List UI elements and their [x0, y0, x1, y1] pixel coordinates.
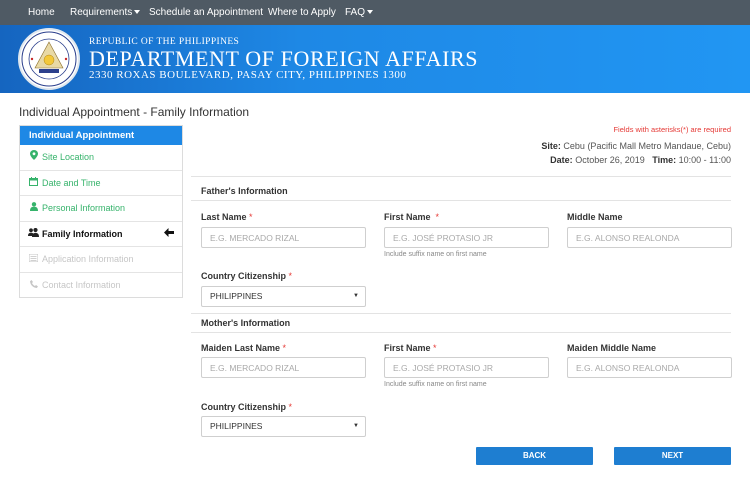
nav-faq-label: FAQ [345, 7, 366, 18]
sidebar-item-application-information: Application Information [20, 247, 182, 273]
nav-requirements-dropdown[interactable]: Requirements [70, 0, 141, 25]
select-caret-icon: ▼ [353, 293, 359, 299]
sidebar-item-label: Site Location [42, 152, 95, 162]
back-button[interactable]: BACK [476, 447, 593, 465]
sidebar-header: Individual Appointment [20, 126, 182, 145]
page-title: Individual Appointment - Family Informat… [19, 105, 250, 119]
sidebar-item-label: Family Information [42, 228, 123, 239]
mother-citizenship-value: PHILIPPINES [210, 421, 263, 431]
next-button[interactable]: NEXT [614, 447, 731, 465]
section-divider [191, 200, 731, 201]
appointment-date-time: Date: October 26, 2019 Time: 10:00 - 11:… [470, 155, 731, 165]
date-value: October 26, 2019 [575, 155, 645, 165]
mother-citizenship-select[interactable]: PHILIPPINES ▼ [201, 416, 366, 437]
nav-where-to-apply-link[interactable]: Where to Apply [268, 0, 336, 25]
mother-middle-name-input[interactable] [567, 357, 732, 378]
top-navbar: Home Requirements Schedule an Appointmen… [0, 0, 750, 25]
caret-down-icon [134, 10, 141, 15]
father-citizenship-label: Country Citizenship * [201, 271, 293, 281]
date-label: Date: [550, 155, 573, 165]
department-address: 2330 ROXAS BOULEVARD, PASAY CITY, PHILIP… [89, 69, 407, 81]
time-value: 10:00 - 11:00 [678, 155, 731, 165]
mother-last-name-label: Maiden Last Name * [201, 343, 287, 353]
sidebar-item-family-information[interactable]: Family Information [20, 222, 182, 248]
nav-schedule-link[interactable]: Schedule an Appointment [149, 0, 263, 25]
calendar-icon [28, 171, 39, 196]
header-banner: REPUBLIC OF THE PHILIPPINES DEPARTMENT O… [0, 25, 750, 93]
father-suffix-hint: Include suffix name on first name [384, 251, 487, 258]
sidebar-item-label: Application Information [42, 254, 134, 265]
sidebar-item-label: Personal Information [42, 203, 126, 214]
mother-suffix-hint: Include suffix name on first name [384, 381, 487, 388]
father-last-name-label: Last Name * [201, 212, 253, 222]
nav-requirements-label: Requirements [70, 7, 133, 18]
site-label: Site: [541, 141, 561, 151]
sidebar-item-date-time[interactable]: Date and Time [20, 171, 182, 197]
father-first-name-label: First Name * [384, 212, 440, 222]
section-divider [191, 313, 731, 314]
site-value: Cebu (Pacific Mall Metro Mandaue, Cebu) [563, 141, 731, 151]
sidebar-item-contact-information: Contact Information [20, 273, 182, 299]
list-icon [28, 247, 39, 272]
section-divider [191, 332, 731, 333]
arrow-left-icon [164, 222, 174, 247]
nav-home-link[interactable]: Home [28, 0, 55, 25]
nav-faq-dropdown[interactable]: FAQ [345, 0, 374, 25]
phone-icon [28, 273, 39, 298]
section-divider [191, 176, 731, 177]
users-icon [28, 222, 39, 247]
mother-first-name-label: First Name * [384, 343, 437, 353]
sidebar-item-site-location[interactable]: Site Location [20, 145, 182, 171]
appointment-site: Site: Cebu (Pacific Mall Metro Mandaue, … [470, 141, 731, 151]
mother-first-name-input[interactable] [384, 357, 549, 378]
steps-sidebar: Individual Appointment Site Location Dat… [19, 125, 183, 298]
time-label: Time: [652, 155, 677, 165]
user-icon [28, 196, 39, 221]
mother-citizenship-label: Country Citizenship * [201, 402, 293, 412]
map-marker-icon [28, 145, 39, 170]
father-section-title: Father's Information [201, 186, 288, 196]
sidebar-item-label: Date and Time [42, 177, 101, 188]
sidebar-item-personal-information[interactable]: Personal Information [20, 196, 182, 222]
mother-last-name-input[interactable] [201, 357, 366, 378]
father-citizenship-value: PHILIPPINES [210, 291, 263, 301]
sidebar-item-label: Contact Information [42, 279, 121, 290]
father-middle-name-label: Middle Name [567, 212, 623, 222]
father-citizenship-select[interactable]: PHILIPPINES ▼ [201, 286, 366, 307]
select-caret-icon: ▼ [353, 423, 359, 429]
required-fields-note: Fields with asterisks(*) are required [613, 125, 731, 134]
father-first-name-input[interactable] [384, 227, 549, 248]
caret-down-icon [367, 10, 374, 15]
father-last-name-input[interactable] [201, 227, 366, 248]
mother-section-title: Mother's Information [201, 318, 291, 328]
mother-middle-name-label: Maiden Middle Name [567, 343, 657, 353]
father-middle-name-input[interactable] [567, 227, 732, 248]
dfa-seal-logo [18, 28, 80, 90]
